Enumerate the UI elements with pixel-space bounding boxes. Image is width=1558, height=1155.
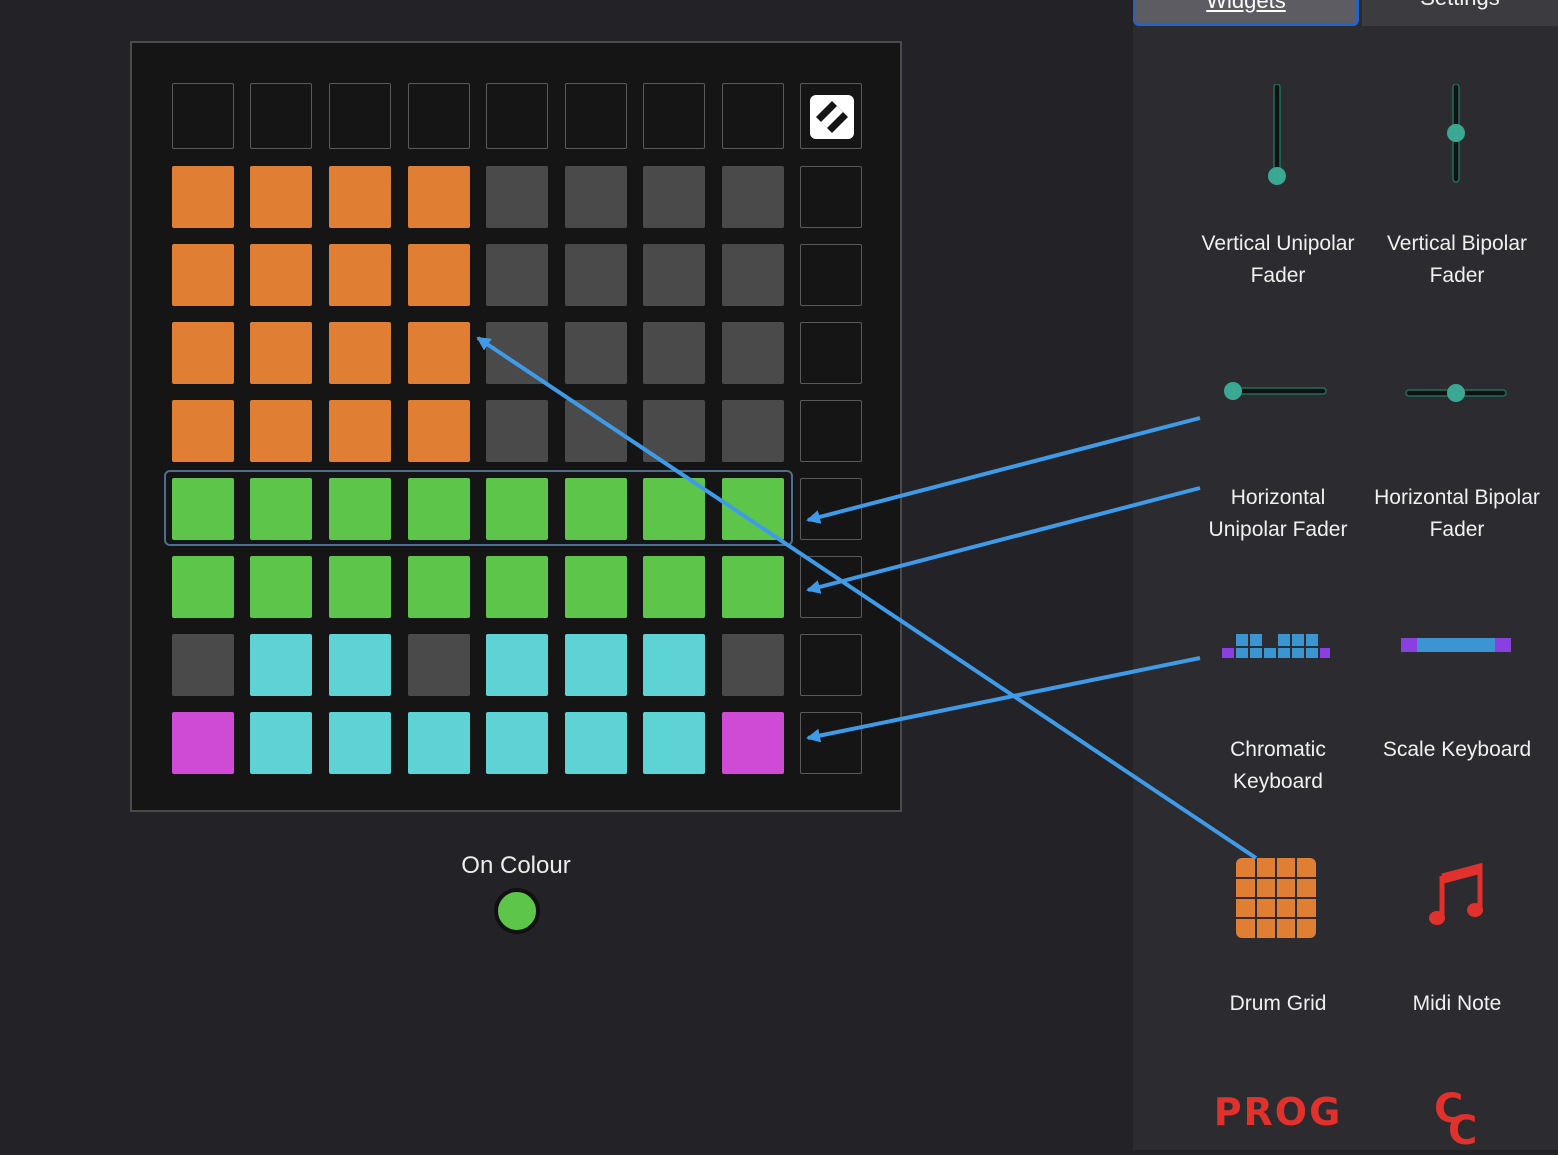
pad-button[interactable] (408, 83, 470, 149)
pad-button[interactable] (486, 400, 548, 462)
pad-button[interactable] (329, 83, 391, 149)
prog-icon[interactable]: PROG (1208, 1090, 1348, 1134)
pad-button[interactable] (408, 712, 470, 774)
horizontal-unipolar-fader-icon[interactable] (1222, 380, 1328, 407)
pad-button[interactable] (172, 244, 234, 306)
pad-button[interactable] (250, 400, 312, 462)
vertical-unipolar-fader-icon[interactable] (1266, 83, 1288, 193)
novation-logo-icon (810, 95, 854, 139)
pad-button[interactable] (643, 712, 705, 774)
pad-button[interactable] (408, 634, 470, 696)
side-button[interactable] (800, 634, 862, 696)
pad-button[interactable] (329, 166, 391, 228)
chromatic-keyboard-label[interactable]: Chromatic Keyboard (1189, 734, 1367, 798)
pad-button[interactable] (722, 166, 784, 228)
pad-button[interactable] (722, 322, 784, 384)
pad-button[interactable] (643, 634, 705, 696)
pad-button[interactable] (250, 712, 312, 774)
chromatic-keyboard-icon[interactable] (1220, 632, 1332, 665)
side-button[interactable] (800, 478, 862, 540)
pad-button[interactable] (722, 712, 784, 774)
pad-button[interactable] (486, 166, 548, 228)
pad-button[interactable] (250, 634, 312, 696)
pad-button[interactable] (172, 634, 234, 696)
music-note-icon[interactable] (1428, 862, 1488, 937)
pad-button[interactable] (486, 556, 548, 618)
pad-button[interactable] (250, 166, 312, 228)
drum-grid-label[interactable]: Drum Grid (1189, 988, 1367, 1020)
pad-button[interactable] (408, 400, 470, 462)
logo-pad[interactable] (800, 83, 862, 149)
midi-note-label[interactable]: Midi Note (1368, 988, 1546, 1020)
pad-button[interactable] (408, 556, 470, 618)
pad-button[interactable] (565, 634, 627, 696)
pad-button[interactable] (722, 556, 784, 618)
scale-keyboard-label[interactable]: Scale Keyboard (1368, 734, 1546, 766)
pad-button[interactable] (329, 556, 391, 618)
pad-button[interactable] (643, 83, 705, 149)
side-button[interactable] (800, 556, 862, 618)
pad-button[interactable] (408, 244, 470, 306)
side-button[interactable] (800, 166, 862, 228)
pad-button[interactable] (486, 244, 548, 306)
pad-button[interactable] (329, 244, 391, 306)
pad-button[interactable] (250, 322, 312, 384)
pad-button[interactable] (486, 322, 548, 384)
pad-button[interactable] (565, 244, 627, 306)
horizontal-bipolar-fader-icon[interactable] (1404, 382, 1508, 409)
horizontal-bipolar-fader-label[interactable]: Horizontal Bipolar Fader (1368, 482, 1546, 546)
pad-button[interactable] (643, 244, 705, 306)
pad-button[interactable] (722, 244, 784, 306)
on-colour-swatch[interactable] (494, 888, 540, 934)
pad-button[interactable] (486, 634, 548, 696)
pad-button[interactable] (565, 83, 627, 149)
pad-button[interactable] (486, 83, 548, 149)
pad-button[interactable] (329, 322, 391, 384)
pad-button[interactable] (643, 400, 705, 462)
svg-text:C: C (1448, 1108, 1477, 1150)
tab-widgets[interactable]: Widgets (1133, 0, 1359, 26)
vertical-bipolar-fader-icon[interactable] (1445, 83, 1467, 189)
pad-button[interactable] (486, 712, 548, 774)
pad-button[interactable] (172, 166, 234, 228)
side-button[interactable] (800, 712, 862, 774)
pad-button[interactable] (172, 400, 234, 462)
pad-button[interactable] (565, 556, 627, 618)
pad-button[interactable] (643, 556, 705, 618)
vertical-unipolar-fader-label[interactable]: Vertical Unipolar Fader (1189, 228, 1367, 292)
pad-button[interactable] (172, 712, 234, 774)
pad-button[interactable] (565, 400, 627, 462)
pad-button[interactable] (408, 322, 470, 384)
pad-button[interactable] (643, 322, 705, 384)
side-button[interactable] (800, 244, 862, 306)
pad-button[interactable] (250, 556, 312, 618)
pad-button[interactable] (565, 166, 627, 228)
pad-button[interactable] (250, 83, 312, 149)
pad-button[interactable] (565, 322, 627, 384)
widgets-panel (1133, 0, 1558, 1150)
pad-button[interactable] (329, 400, 391, 462)
pad-button[interactable] (408, 166, 470, 228)
pad-button[interactable] (172, 556, 234, 618)
pad-button[interactable] (329, 634, 391, 696)
vertical-bipolar-fader-label[interactable]: Vertical Bipolar Fader (1368, 228, 1546, 292)
on-colour-label: On Colour (461, 852, 571, 879)
pad-button[interactable] (722, 400, 784, 462)
row-selection-highlight (164, 470, 793, 546)
pad-button[interactable] (643, 166, 705, 228)
pad-button[interactable] (565, 712, 627, 774)
horizontal-unipolar-fader-label[interactable]: Horizontal Unipolar Fader (1189, 482, 1367, 546)
pad-button[interactable] (329, 712, 391, 774)
cc-icon[interactable]: C C (1418, 1078, 1488, 1155)
scale-keyboard-icon[interactable] (1401, 636, 1513, 659)
pad-button[interactable] (250, 244, 312, 306)
pad-button[interactable] (722, 83, 784, 149)
side-button[interactable] (800, 322, 862, 384)
pad-button[interactable] (722, 634, 784, 696)
drum-grid-icon[interactable] (1236, 858, 1316, 943)
pad-button[interactable] (172, 322, 234, 384)
tab-settings[interactable]: Settings (1362, 0, 1558, 26)
side-button[interactable] (800, 400, 862, 462)
pad-button[interactable] (172, 83, 234, 149)
